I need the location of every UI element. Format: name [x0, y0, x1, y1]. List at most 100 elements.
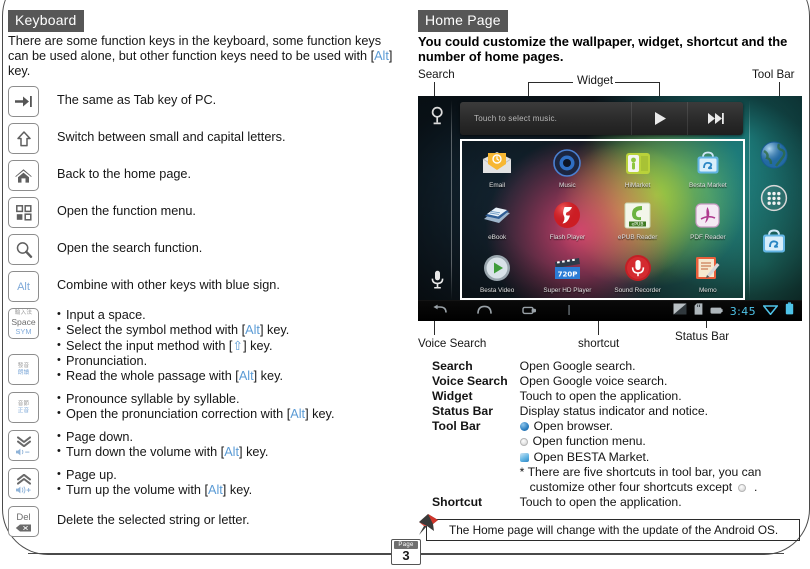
tool-bar-legend-text: Open browser.: [533, 419, 613, 434]
shift-key[interactable]: [8, 123, 39, 154]
home-button[interactable]: [477, 302, 492, 320]
intro-text-after: key.: [8, 64, 31, 79]
app-shortcut[interactable]: Sound Recorder: [603, 246, 673, 298]
key-entry-shift: Switch between small and capital letters…: [8, 123, 286, 154]
tool-bar: [750, 138, 798, 258]
sd-card-icon: [694, 302, 703, 320]
app-shortcut[interactable]: Memo: [673, 246, 743, 298]
legend-key: Widget: [432, 389, 473, 404]
tab-key[interactable]: [8, 86, 39, 117]
alt-key-ref: Alt: [224, 445, 240, 460]
app-shortcut[interactable]: Besta Video: [462, 246, 532, 298]
besta-market-bag-icon: [763, 229, 785, 253]
app-shortcut[interactable]: eBook: [462, 193, 532, 245]
browser-globe-icon: [760, 141, 788, 169]
intro-text-before: There are some function keys in the keyb…: [8, 34, 382, 64]
sound-recorder-icon: [621, 251, 655, 285]
legend-row: Voice Search Open Google voice search.: [418, 374, 806, 389]
home-key-desc: Back to the home page.: [57, 167, 192, 181]
app-shortcut[interactable]: ePUB ePUB Reader: [603, 193, 673, 245]
bullet-text: Turn up the volume with: [66, 483, 205, 498]
browser-button[interactable]: [757, 138, 791, 172]
app-shortcut[interactable]: Flash Player: [532, 193, 602, 245]
leader-widget-left-h: [528, 82, 573, 83]
syllable-key-cap-top: 音節: [17, 400, 30, 407]
legend-value: Open browser. Open function menu. Open B…: [508, 419, 806, 494]
app-label: Memo: [698, 286, 717, 294]
double-chevron-up-icon: [16, 473, 31, 485]
space-key[interactable]: 輸入法 Space SYM: [8, 308, 39, 339]
app-shortcut[interactable]: Music: [532, 141, 602, 193]
memo-icon: [691, 251, 725, 285]
app-shortcut[interactable]: PDF Reader: [673, 193, 743, 245]
svg-text:ePUB: ePUB: [632, 221, 644, 227]
bullet: Page down.: [57, 429, 268, 445]
key-entry-alt: Alt Combine with other keys with blue si…: [8, 271, 280, 302]
syllable-key[interactable]: 音節 正音: [8, 392, 39, 423]
bullet-text-post: key.: [246, 338, 273, 353]
menu-key[interactable]: [8, 197, 39, 228]
music-widget[interactable]: Touch to select music.: [460, 102, 743, 135]
wifi-icon: [762, 305, 779, 316]
battery-indicator: [785, 302, 794, 320]
app-label: PDF Reader: [690, 234, 726, 242]
pronunciation-key-desc: Pronunciation. Read the whole passage wi…: [57, 353, 283, 385]
ebook-icon: [480, 198, 514, 232]
app-shortcut[interactable]: HiMarket: [603, 141, 673, 193]
epub-reader-icon: ePUB: [621, 198, 655, 232]
app-shortcut[interactable]: 720P Super HD Player: [532, 246, 602, 298]
home-key[interactable]: [8, 160, 39, 191]
music-widget-title: Touch to select music.: [474, 114, 558, 123]
tool-bar-note-post: .: [750, 479, 758, 494]
legend-row: Widget Touch to open the application.: [418, 389, 806, 404]
app-shortcut[interactable]: Besta Market: [673, 141, 743, 193]
back-button[interactable]: [432, 302, 447, 320]
legend-key: Shortcut: [432, 494, 483, 509]
navigation-icons: [418, 302, 571, 320]
voice-search-button[interactable]: [426, 268, 448, 290]
legend-key: Voice Search: [432, 374, 508, 389]
screenshot-icon[interactable]: [673, 302, 687, 320]
key-entry-space: 輸入法 Space SYM Input a space. Select the …: [8, 307, 289, 354]
svg-text:720P: 720P: [558, 270, 578, 278]
pushpin-icon: [419, 514, 438, 535]
alt-key[interactable]: Alt: [8, 271, 39, 302]
tool-bar-legend-item: Open BESTA Market.: [519, 449, 806, 465]
bullet-text: Select the input method with: [66, 338, 229, 353]
home-page-headline: You could customize the wallpaper, widge…: [418, 34, 788, 64]
legend-row-tool-bar: Tool Bar Open browser. Open function men…: [418, 419, 806, 494]
page-down-key[interactable]: [8, 430, 39, 461]
bullet-text-post: key.: [242, 445, 269, 460]
search-key[interactable]: [8, 234, 39, 265]
callout-shortcut: shortcut: [578, 337, 620, 350]
delete-key-desc: Delete the selected string or letter.: [57, 513, 250, 527]
music-next-button[interactable]: [687, 102, 743, 135]
bullet: Open the pronunciation correction with […: [57, 406, 334, 422]
shift-arrow-icon: [16, 130, 31, 146]
bullet-text: Turn down the volume with: [66, 445, 221, 460]
key-entry-tab: The same as Tab key of PC.: [8, 86, 216, 117]
callout-status-bar: Status Bar: [675, 330, 730, 343]
delete-key[interactable]: Del: [8, 506, 39, 537]
alt-key-ref: Alt: [245, 323, 260, 338]
tool-bar-legend-text: Open BESTA Market.: [533, 449, 650, 464]
pronunciation-key[interactable]: 發音 朗讀: [8, 354, 39, 385]
recents-button[interactable]: [522, 302, 537, 320]
callout-search: Search: [418, 68, 455, 81]
search-button[interactable]: [426, 104, 448, 126]
bullet: Select the input method with [⇧] key.: [57, 338, 289, 354]
app-shortcut[interactable]: Email: [462, 141, 532, 193]
bullet-text: Select the symbol method with: [66, 323, 242, 338]
besta-market-button[interactable]: [757, 224, 791, 258]
bullet: Turn down the volume with [Alt] key.: [57, 444, 269, 460]
bullet-text: Pronounce syllable by syllable.: [66, 392, 240, 406]
shift-key-desc: Switch between small and capital letters…: [57, 130, 286, 144]
legend-value: Touch to open the application.: [519, 494, 682, 509]
legend-row: Status Bar Display status indicator and …: [418, 404, 806, 419]
section-tag-keyboard: Keyboard: [8, 10, 84, 32]
music-play-button[interactable]: [631, 102, 687, 135]
syllable-key-cap-bottom: 正音: [17, 407, 30, 414]
key-entry-pronunciation: 發音 朗讀 Pronunciation. Read the whole pass…: [8, 353, 283, 385]
page-up-key[interactable]: [8, 468, 39, 499]
app-drawer-button[interactable]: [757, 181, 791, 215]
